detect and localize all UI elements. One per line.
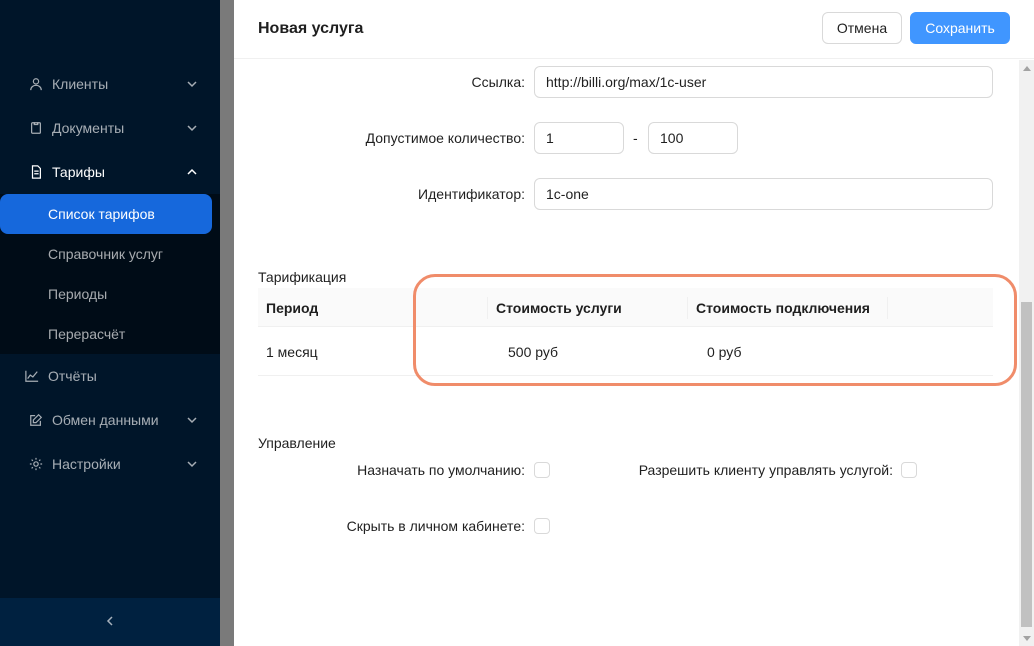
hide-label: Скрыть в личном кабинете:	[346, 518, 525, 534]
quantity-label: Допустимое количество:	[365, 130, 525, 146]
sidebar-item-recalculation[interactable]: Перерасчёт	[0, 314, 220, 354]
column-separator	[487, 297, 488, 319]
management-section-title: Управление	[258, 435, 336, 451]
chevron-down-icon	[186, 414, 198, 426]
cancel-button[interactable]: Отмена	[822, 12, 902, 44]
client-manage-label: Разрешить клиенту управлять услугой:	[638, 462, 893, 478]
chevron-down-icon	[186, 78, 198, 90]
sidebar: Клиенты Документы Тарифы Список тарифов …	[0, 0, 220, 646]
sidebar-item-settings[interactable]: Настройки	[0, 442, 220, 486]
sidebar-item-tariff-list[interactable]: Список тарифов	[0, 194, 212, 234]
hide-checkbox[interactable]	[534, 518, 550, 534]
column-separator	[887, 297, 888, 319]
user-icon	[28, 76, 44, 92]
sidebar-item-label: Настройки	[52, 456, 121, 472]
default-checkbox[interactable]	[534, 462, 550, 478]
sidebar-collapse-button[interactable]	[0, 598, 220, 646]
file-text-icon	[28, 164, 44, 180]
default-label: Назначать по умолчанию:	[357, 462, 525, 478]
link-label: Ссылка:	[471, 74, 525, 90]
sidebar-item-label: Отчёты	[48, 368, 97, 384]
sidebar-item-clients[interactable]: Клиенты	[0, 62, 220, 106]
tariff-table: Период Стоимость услуги Стоимость подклю…	[258, 288, 993, 376]
identifier-label: Идентификатор:	[418, 186, 525, 202]
tariff-section-title: Тарификация	[258, 269, 347, 285]
vertical-scrollbar[interactable]	[1019, 60, 1034, 646]
sidebar-item-tariffs[interactable]: Тарифы	[0, 150, 220, 194]
chevron-left-icon	[104, 614, 116, 630]
tariffs-submenu: Список тарифов Справочник услуг Периоды …	[0, 194, 220, 354]
column-separator	[687, 297, 688, 319]
column-header-period: Период	[266, 299, 319, 316]
sidebar-item-documents[interactable]: Документы	[0, 106, 220, 150]
link-input[interactable]: http://billi.org/max/1c-user	[534, 66, 993, 98]
quantity-min-input[interactable]: 1	[534, 122, 624, 154]
edit-icon	[28, 412, 44, 428]
scroll-down-icon[interactable]	[1019, 631, 1034, 646]
sidebar-item-reports[interactable]: Отчёты	[0, 354, 220, 398]
sidebar-item-label: Клиенты	[52, 76, 109, 92]
sidebar-item-label: Обмен данными	[52, 412, 159, 428]
new-service-drawer: Новая услуга Отмена Сохранить Ссылка: ht…	[234, 0, 1034, 646]
client-manage-checkbox[interactable]	[901, 462, 917, 478]
scroll-up-icon[interactable]	[1019, 60, 1034, 75]
sidebar-item-periods[interactable]: Периоды	[0, 274, 220, 314]
chevron-up-icon	[186, 166, 198, 178]
table-header: Период Стоимость услуги Стоимость подклю…	[258, 288, 993, 327]
column-header-service-cost: Стоимость услуги	[496, 299, 622, 316]
quantity-separator: -	[633, 130, 638, 146]
document-icon	[28, 120, 44, 136]
sidebar-item-label: Тарифы	[52, 164, 105, 180]
sidebar-menu: Клиенты Документы Тарифы Список тарифов …	[0, 62, 220, 486]
table-row[interactable]: 1 месяц 500 руб 0 руб	[258, 327, 993, 376]
drawer-title: Новая услуга	[258, 20, 364, 37]
cell-service-cost: 500 руб	[508, 343, 559, 360]
sidebar-item-services-directory[interactable]: Справочник услуг	[0, 234, 220, 274]
quantity-max-input[interactable]: 100	[648, 122, 738, 154]
chevron-down-icon	[186, 122, 198, 134]
save-button[interactable]: Сохранить	[910, 12, 1010, 44]
cell-connection-cost: 0 руб	[707, 343, 742, 360]
identifier-input[interactable]: 1c-one	[534, 178, 993, 210]
gear-icon	[28, 456, 44, 472]
cell-period: 1 месяц	[266, 343, 318, 360]
column-header-connection-cost: Стоимость подключения	[696, 299, 870, 316]
scrollbar-thumb[interactable]	[1021, 302, 1032, 627]
sidebar-item-data-exchange[interactable]: Обмен данными	[0, 398, 220, 442]
chevron-down-icon	[186, 458, 198, 470]
sidebar-item-label: Документы	[52, 120, 125, 136]
line-chart-icon	[24, 368, 40, 384]
background-overlay	[220, 0, 234, 646]
